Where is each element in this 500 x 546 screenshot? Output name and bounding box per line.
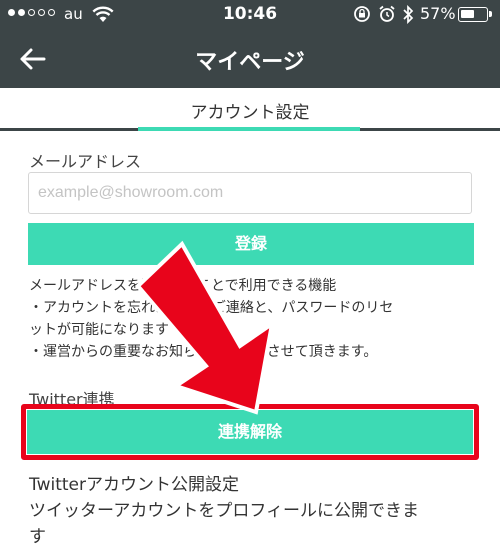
twitter-public-setting-desc-cont: す — [29, 527, 46, 546]
battery-level-fill — [461, 10, 474, 18]
alarm-icon — [379, 5, 395, 22]
rotation-lock-icon — [354, 6, 370, 22]
tab-active-indicator — [138, 127, 360, 131]
twitter-public-setting-label: Twitterアカウント公開設定 — [29, 475, 239, 495]
nav-bar: マイページ — [0, 30, 500, 88]
tab-account-settings[interactable]: アカウント設定 — [0, 98, 500, 123]
battery-percent: 57% — [420, 4, 456, 23]
app-header: au 10:46 57% マイページ — [0, 0, 500, 88]
status-bar: au 10:46 57% — [0, 0, 500, 30]
twitter-public-setting-desc: ツイッターアカウントをプロフィールに公開できま — [29, 501, 419, 521]
email-label: メールアドレス — [29, 152, 142, 171]
bluetooth-icon — [403, 5, 414, 24]
battery-tip — [489, 11, 492, 17]
annotation-arrow — [135, 240, 275, 415]
page-title: マイページ — [195, 50, 305, 75]
email-field[interactable] — [28, 172, 472, 214]
tab-bar: アカウント設定 — [0, 88, 500, 132]
battery-icon — [458, 7, 488, 22]
